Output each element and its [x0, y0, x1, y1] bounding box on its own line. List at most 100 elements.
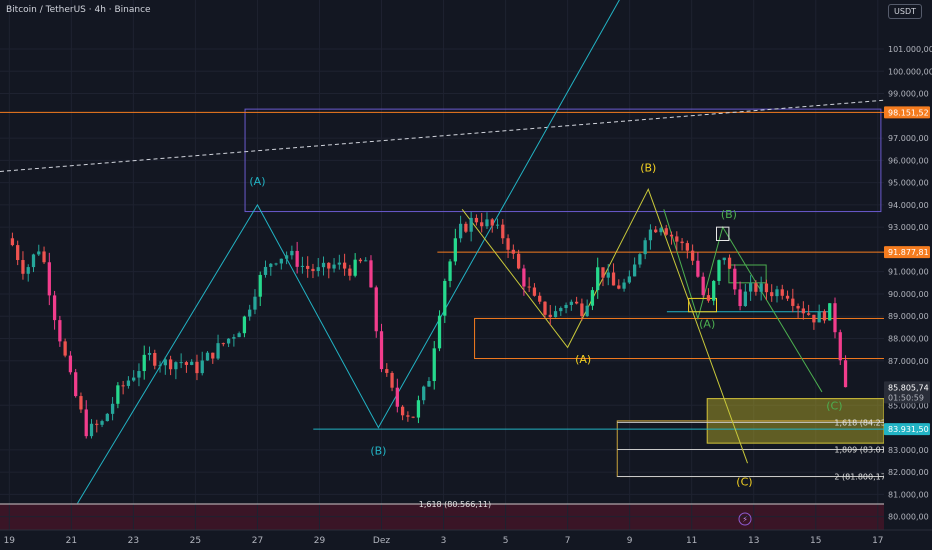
- candle: [232, 337, 236, 339]
- price-tick-label: 97.000,00: [888, 134, 929, 143]
- price-tick-label: 80.000,00: [888, 513, 929, 522]
- candle: [685, 243, 689, 251]
- candle: [400, 406, 405, 416]
- candle: [390, 372, 394, 388]
- candle: [364, 260, 368, 262]
- candle: [100, 421, 104, 425]
- candle: [648, 229, 653, 241]
- candle: [680, 241, 684, 244]
- symbol-title: Bitcoin / TetherUS · 4h · Binance: [6, 5, 151, 15]
- wave-label-A_cyan: (A): [249, 175, 265, 188]
- candle: [437, 315, 442, 349]
- candle: [738, 289, 742, 307]
- candle: [74, 372, 78, 397]
- time-tick-label: 9: [627, 536, 633, 546]
- candle: [290, 250, 294, 256]
- candle: [395, 387, 399, 407]
- candle: [495, 224, 500, 226]
- candle: [706, 295, 711, 301]
- candle: [611, 272, 616, 286]
- wave-label-C_green: (C): [826, 400, 842, 413]
- candle: [52, 295, 57, 321]
- candle: [585, 305, 589, 317]
- price-tag-label: 91.877,81: [888, 248, 929, 257]
- candle: [638, 254, 642, 265]
- candle: [448, 261, 452, 281]
- price-tick-label: 89.000,00: [888, 312, 929, 321]
- candlestick-chart[interactable]: (A)(B)(B)(A)(C)(B)(A)(C)1,618 (84.234,23…: [0, 0, 932, 550]
- candle: [68, 355, 73, 373]
- candle: [759, 283, 763, 292]
- candle: [696, 260, 700, 277]
- candle: [785, 295, 790, 299]
- candle: [79, 396, 83, 410]
- candle: [669, 234, 674, 237]
- candle: [221, 343, 225, 345]
- candle: [501, 224, 505, 239]
- candle: [158, 365, 162, 367]
- price-tag-label: 98.151,52: [888, 108, 929, 117]
- candle: [464, 223, 468, 232]
- candle: [184, 362, 189, 365]
- candle: [701, 276, 705, 296]
- candle: [374, 287, 378, 332]
- candle: [105, 413, 109, 422]
- candle: [132, 377, 136, 381]
- candle: [58, 320, 62, 342]
- candle: [722, 257, 726, 261]
- candle: [348, 268, 352, 276]
- time-tick-label: 7: [565, 536, 571, 546]
- time-tick-label: 19: [4, 536, 16, 546]
- price-tick-label: 87.000,00: [888, 357, 929, 366]
- candle: [142, 354, 146, 372]
- price-tick-label: 96.000,00: [888, 156, 929, 165]
- candle: [527, 286, 531, 288]
- wave-label-B_cyan: (B): [370, 444, 386, 457]
- candle: [828, 303, 832, 321]
- candle: [163, 359, 167, 366]
- candle: [469, 217, 473, 232]
- lightning-glyph: ⚡: [742, 515, 748, 524]
- candle: [506, 238, 510, 250]
- currency-button[interactable]: USDT: [888, 4, 922, 19]
- wave-label-B_yellow: (B): [640, 161, 656, 174]
- candle: [84, 409, 88, 437]
- price-tick-label: 88.000,00: [888, 334, 929, 343]
- time-tick-label: 5: [503, 536, 509, 546]
- candle: [543, 301, 547, 315]
- price-tick-label: 82.000,00: [888, 468, 929, 477]
- candle: [712, 280, 716, 301]
- candle: [733, 268, 737, 290]
- candle: [279, 258, 283, 264]
- candle: [342, 262, 347, 269]
- time-tick-label: 23: [128, 536, 139, 546]
- candle: [379, 331, 384, 370]
- candle: [416, 400, 421, 418]
- candle: [822, 311, 827, 321]
- candle: [37, 251, 41, 255]
- candle: [743, 291, 747, 307]
- fib-level-label: 2 (81.800,17): [834, 473, 889, 482]
- time-tick-label: 3: [441, 536, 447, 546]
- price-tick-label: 90.000,00: [888, 290, 929, 299]
- candle: [10, 238, 15, 246]
- time-tick-label: 17: [872, 536, 883, 546]
- candle: [31, 254, 36, 268]
- candle: [806, 313, 811, 315]
- candle: [385, 369, 389, 373]
- price-tick-label: 93.000,00: [888, 223, 929, 232]
- wave-label-B_green: (B): [721, 208, 737, 221]
- candle: [801, 308, 805, 314]
- candle: [300, 265, 305, 267]
- candle: [596, 267, 600, 291]
- candle: [632, 264, 637, 277]
- candle: [833, 303, 837, 333]
- candle: [253, 296, 257, 310]
- candle: [485, 219, 489, 227]
- candle: [717, 260, 721, 281]
- candle: [516, 253, 521, 269]
- wave-label-C_yellow: (C): [736, 475, 752, 488]
- candle: [258, 274, 262, 297]
- current-price-label: 85.805,74: [888, 383, 929, 392]
- candle: [664, 228, 668, 235]
